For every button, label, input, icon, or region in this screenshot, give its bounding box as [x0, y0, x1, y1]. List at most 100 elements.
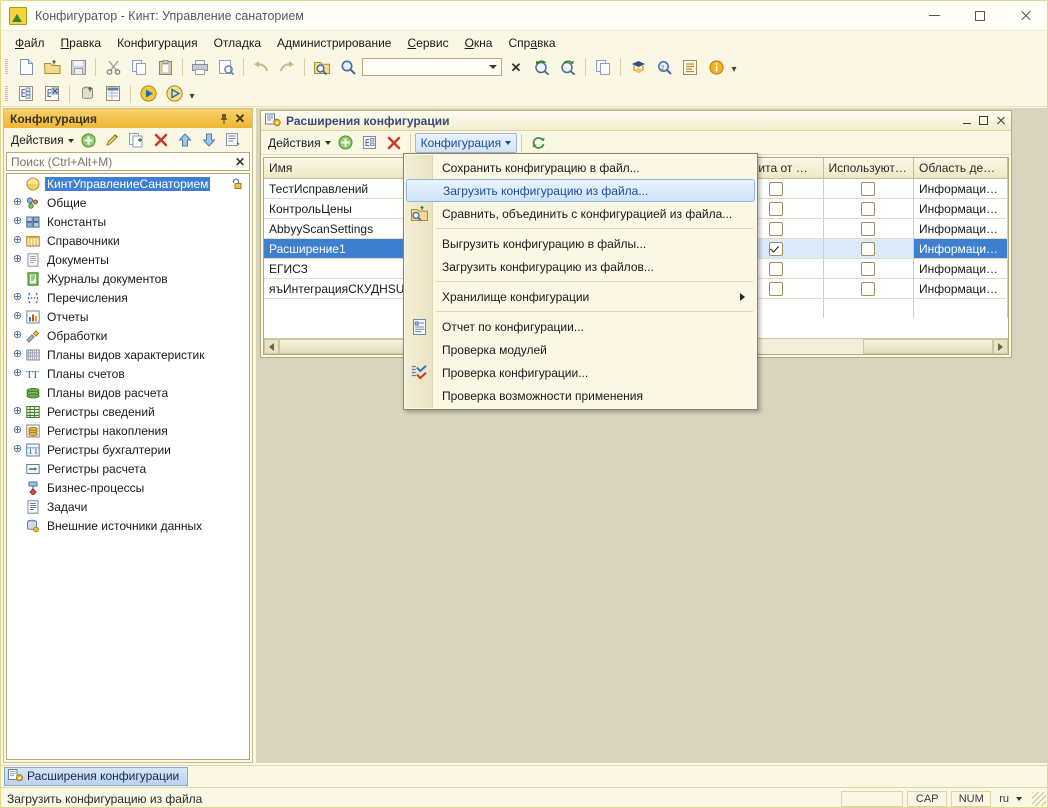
menu-item-check-modules[interactable]: Проверка модулей [406, 338, 755, 361]
window-tab-extensions[interactable]: Расширения конфигурации [4, 767, 188, 786]
tree-item-business-processes[interactable]: Бизнес-процессы [7, 478, 249, 497]
tree-item-external-data-sources[interactable]: Внешние источники данных [7, 516, 249, 535]
toolbar-grip-icon[interactable] [5, 86, 8, 102]
config-db-compare-icon[interactable] [40, 82, 64, 106]
tree-item-accumulation-registers[interactable]: ⊕ Регистры накопления [7, 421, 249, 440]
delete-x-icon[interactable] [383, 132, 405, 154]
save-disk-icon[interactable] [66, 55, 90, 79]
menu-file[interactable]: Файл [7, 34, 53, 52]
extensions-actions-button[interactable]: Действия [265, 134, 334, 152]
syntax-helper-icon[interactable] [626, 55, 650, 79]
cell-used[interactable] [823, 279, 914, 299]
scroll-left-icon[interactable] [264, 339, 279, 354]
properties-icon[interactable] [359, 132, 381, 154]
expander[interactable]: ⊕ [11, 443, 24, 456]
redo-arrow-icon[interactable] [275, 55, 299, 79]
expander[interactable] [11, 177, 24, 190]
child-minimize-button[interactable] [958, 113, 975, 129]
menu-help[interactable]: Справка [500, 34, 563, 52]
menu-item-config-repository[interactable]: Хранилище конфигурации [406, 285, 755, 308]
checkbox-protect[interactable] [769, 262, 783, 276]
menu-windows[interactable]: Окна [457, 34, 501, 52]
toolbar-overflow-icon[interactable]: ▾ [187, 83, 197, 105]
config-tree-icon[interactable] [14, 82, 38, 106]
menu-item-compare-merge-config-from-file[interactable]: Сравнить, объединить с конфигурацией из … [406, 202, 755, 225]
checkbox-protect[interactable] [769, 222, 783, 236]
copy-add-icon[interactable] [126, 129, 148, 151]
tree-item-accounting-registers[interactable]: ⊕ TT Регистры бухгалтерии [7, 440, 249, 459]
find-in-files-icon[interactable] [310, 55, 334, 79]
menu-item-check-configuration[interactable]: Проверка конфигурации... [406, 361, 755, 384]
expander[interactable]: ⊕ [11, 329, 24, 342]
menu-item-save-config-to-file[interactable]: Сохранить конфигурацию в файл... [406, 156, 755, 179]
cell-used[interactable] [823, 259, 914, 279]
copy-icon[interactable] [127, 55, 151, 79]
configuration-menu-button[interactable]: Конфигурация [415, 133, 518, 153]
expander[interactable]: ⊕ [11, 310, 24, 323]
pin-icon[interactable] [216, 111, 232, 127]
search-previous-icon[interactable] [530, 55, 554, 79]
toolbar-overflow-icon[interactable]: ▾ [729, 56, 739, 78]
move-up-icon[interactable] [174, 129, 196, 151]
checkbox-used[interactable] [861, 282, 875, 296]
toolbar-search-combo[interactable] [362, 58, 502, 76]
close-icon[interactable]: ✕ [232, 111, 248, 127]
expander[interactable] [11, 272, 24, 285]
expander[interactable]: ⊕ [11, 367, 24, 380]
checkbox-protect[interactable] [769, 182, 783, 196]
cut-scissors-icon[interactable] [101, 55, 125, 79]
template-icon[interactable] [678, 55, 702, 79]
clear-search-icon[interactable]: ✕ [504, 55, 528, 79]
expander[interactable]: ⊕ [11, 405, 24, 418]
column-header-name[interactable]: Имя [264, 158, 421, 179]
menu-configuration[interactable]: Конфигурация [109, 34, 206, 52]
refresh-icon[interactable] [527, 132, 549, 154]
undo-arrow-icon[interactable] [249, 55, 273, 79]
chevron-down-icon[interactable] [489, 65, 497, 69]
toolbar-grip-icon[interactable] [5, 59, 8, 75]
tree-item-chart-of-calculation-types[interactable]: Планы видов расчета [7, 383, 249, 402]
tree-item-chart-of-characteristic-types[interactable]: ⊕ Планы видов характеристик [7, 345, 249, 364]
menu-item-dump-config-to-files[interactable]: Выгрузить конфигурацию в файлы... [406, 232, 755, 255]
expander[interactable]: ⊕ [11, 291, 24, 304]
database-icon[interactable] [75, 82, 99, 106]
checkbox-used[interactable] [861, 202, 875, 216]
checkbox-used[interactable] [861, 182, 875, 196]
cell-used[interactable] [823, 199, 914, 219]
expander[interactable] [11, 519, 24, 532]
cell-used[interactable] [823, 179, 914, 199]
move-down-icon[interactable] [198, 129, 220, 151]
search-next-icon[interactable] [556, 55, 580, 79]
search-input[interactable] [7, 154, 231, 170]
tree-item-document-journals[interactable]: Журналы документов [7, 269, 249, 288]
about-info-icon[interactable] [704, 55, 728, 79]
checkbox-protect[interactable] [769, 282, 783, 296]
column-header-scope[interactable]: Область де… [914, 158, 1008, 179]
print-icon[interactable] [188, 55, 212, 79]
print-preview-icon[interactable] [214, 55, 238, 79]
cell-used[interactable] [823, 239, 914, 259]
close-button[interactable] [1003, 1, 1048, 31]
menu-item-config-report[interactable]: Отчет по конфигурации... [406, 315, 755, 338]
checkbox-protect[interactable] [769, 242, 783, 256]
data-table-icon[interactable] [101, 82, 125, 106]
expander[interactable] [11, 500, 24, 513]
resize-grip-icon[interactable] [1032, 792, 1046, 806]
menu-item-load-config-from-file[interactable]: Загрузить конфигурацию из файла... [406, 179, 755, 202]
expander[interactable] [11, 462, 24, 475]
child-maximize-button[interactable] [975, 113, 992, 129]
menu-debug[interactable]: Отладка [206, 34, 269, 52]
expander[interactable]: ⊕ [11, 234, 24, 247]
paste-clipboard-icon[interactable] [153, 55, 177, 79]
new-document-icon[interactable] [14, 55, 38, 79]
maximize-button[interactable] [957, 1, 1003, 31]
status-language-selector[interactable]: ru [995, 791, 1026, 807]
tree-item-catalogs[interactable]: ⊕ Справочники [7, 231, 249, 250]
tree-item-chart-of-accounts[interactable]: ⊕ TT Планы счетов [7, 364, 249, 383]
menu-item-check-applicability[interactable]: Проверка возможности применения [406, 384, 755, 407]
tree-item-information-registers[interactable]: ⊕ Регистры сведений [7, 402, 249, 421]
windows-cascade-icon[interactable] [591, 55, 615, 79]
expander[interactable] [11, 386, 24, 399]
checkbox-protect[interactable] [769, 202, 783, 216]
menu-item-load-config-from-files[interactable]: Загрузить конфигурацию из файлов... [406, 255, 755, 278]
